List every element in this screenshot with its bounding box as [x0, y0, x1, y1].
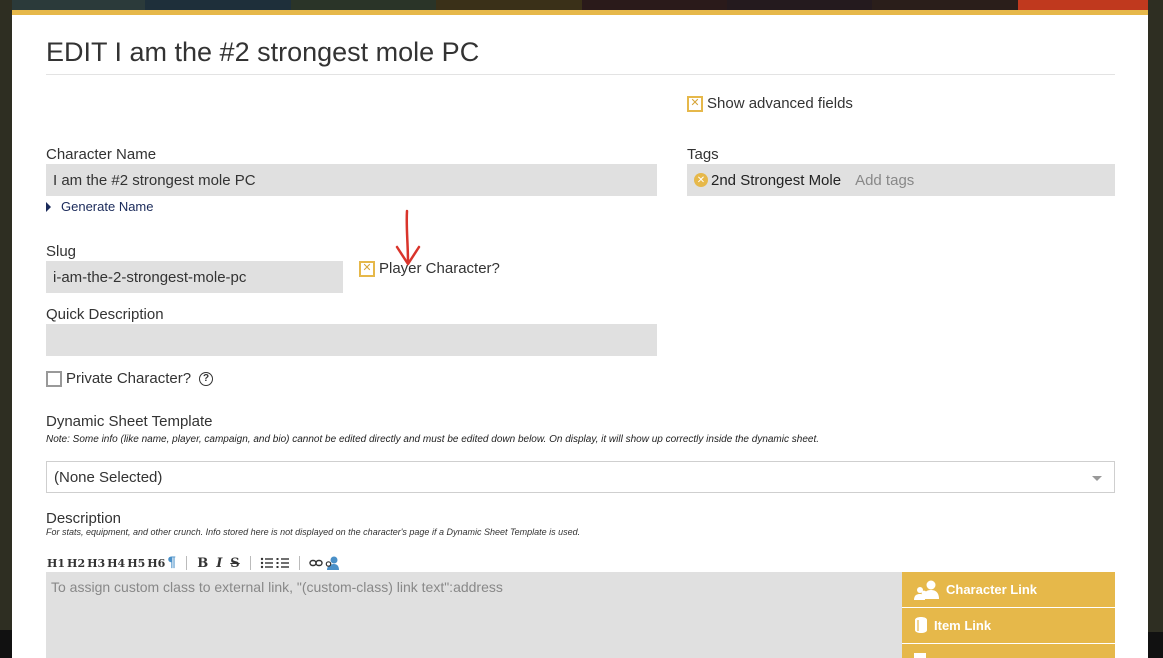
backdrop-corner — [0, 630, 12, 658]
generate-name-link[interactable]: Generate Name — [61, 199, 154, 214]
add-tags-placeholder[interactable]: Add tags — [855, 172, 914, 189]
tags-input[interactable]: ✕ 2nd Strongest Mole Add tags — [687, 164, 1115, 196]
dynamic-sheet-selected: (None Selected) — [54, 469, 163, 486]
checkbox-checked-icon[interactable]: ✕ — [359, 260, 375, 277]
dynamic-sheet-select[interactable]: (None Selected) — [46, 461, 1115, 493]
description-note: For stats, equipment, and other crunch. … — [46, 527, 581, 537]
character-name-label: Character Name — [46, 146, 157, 163]
h1-button[interactable]: H1 — [46, 557, 66, 570]
dynamic-sheet-note: Note: Some info (like name, player, camp… — [46, 434, 820, 445]
player-character-toggle[interactable]: ✕ Player Character? — [359, 260, 500, 277]
tag-label: 2nd Strongest Mole — [711, 171, 842, 189]
character-link-button[interactable]: Character Link — [902, 572, 1115, 608]
toolbar-divider — [249, 556, 251, 570]
description-textarea[interactable]: To assign custom class to external link,… — [46, 572, 902, 658]
tag-chip: ✕ 2nd Strongest Mole — [694, 172, 841, 189]
private-character-label: Private Character? — [66, 370, 192, 387]
background-strip — [0, 0, 1163, 10]
quick-description-input[interactable] — [46, 324, 657, 356]
edit-character-modal: EDIT I am the #2 strongest mole PC ✕ Sho… — [12, 10, 1148, 658]
tags-label: Tags — [687, 146, 719, 163]
quick-description-label: Quick Description — [46, 306, 164, 323]
next-link-button[interactable] — [902, 644, 1115, 658]
chevron-down-icon — [1092, 476, 1102, 481]
paragraph-icon[interactable]: ¶ — [166, 555, 177, 571]
help-icon[interactable]: ? — [199, 371, 214, 386]
link-user-icon[interactable] — [324, 555, 340, 571]
bold-button[interactable]: B — [196, 556, 209, 571]
editor-toolbar: H1 H2 H3 H4 H5 H6 ¶ B I S — [46, 555, 340, 571]
h3-button[interactable]: H3 — [86, 557, 106, 570]
toolbar-divider — [186, 556, 188, 570]
item-icon — [915, 616, 927, 633]
private-character-toggle[interactable]: ✕ Private Character? ? — [46, 370, 214, 387]
title-divider — [46, 74, 1115, 75]
checkbox-checked-icon[interactable]: ✕ — [687, 95, 703, 112]
backdrop-right — [1148, 0, 1163, 658]
annotation-arrow-icon — [395, 209, 421, 266]
show-advanced-label: Show advanced fields — [707, 95, 853, 112]
bullet-list-icon[interactable] — [260, 557, 274, 569]
slug-input[interactable]: i-am-the-2-strongest-mole-pc — [46, 261, 343, 293]
italic-button[interactable]: I — [215, 556, 223, 571]
strikethrough-button[interactable]: S — [229, 556, 240, 571]
h6-button[interactable]: H6 — [146, 557, 166, 570]
toolbar-divider — [298, 556, 300, 570]
numbered-list-icon[interactable] — [276, 557, 290, 569]
remove-tag-icon[interactable]: ✕ — [694, 173, 708, 187]
character-link-label: Character Link — [946, 582, 1038, 597]
item-link-label: Item Link — [934, 618, 992, 633]
slug-label: Slug — [46, 243, 77, 260]
page-title: EDIT I am the #2 strongest mole PC — [46, 37, 480, 67]
page-icon — [914, 652, 926, 658]
h5-button[interactable]: H5 — [126, 557, 146, 570]
character-name-input[interactable]: I am the #2 strongest mole PC — [46, 164, 657, 196]
characters-icon — [914, 580, 939, 600]
backdrop-corner — [1148, 632, 1163, 658]
show-advanced-toggle[interactable]: ✕ Show advanced fields — [687, 95, 853, 112]
h2-button[interactable]: H2 — [66, 557, 86, 570]
checkbox-unchecked-icon[interactable]: ✕ — [46, 370, 62, 387]
generate-name-toggle[interactable]: Generate Name — [46, 199, 154, 214]
item-link-button[interactable]: Item Link — [902, 608, 1115, 644]
backdrop-left — [0, 0, 12, 658]
h4-button[interactable]: H4 — [106, 557, 126, 570]
link-icon[interactable] — [308, 558, 323, 568]
caret-right-icon — [46, 201, 51, 212]
dynamic-sheet-label: Dynamic Sheet Template — [46, 413, 213, 430]
description-label: Description — [46, 510, 122, 527]
